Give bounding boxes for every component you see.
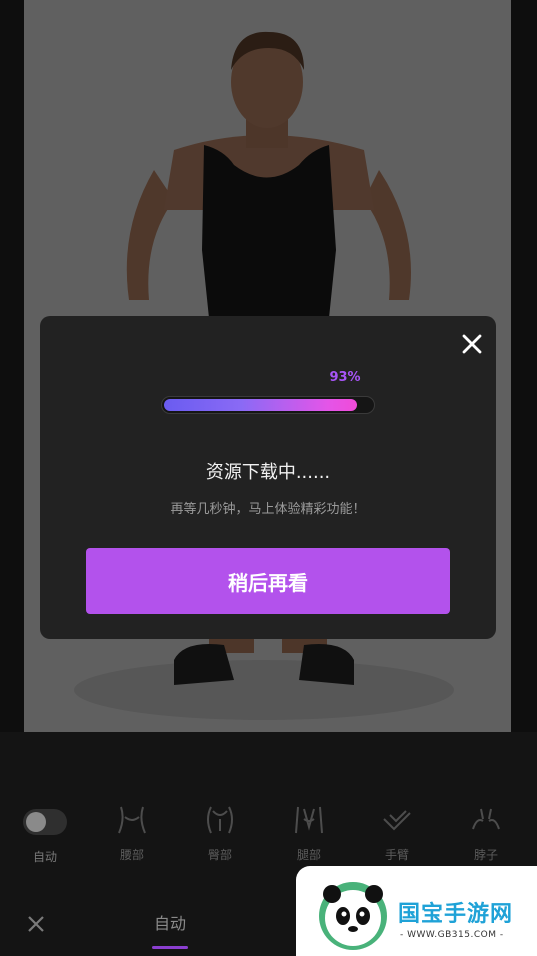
tool-neck-label: 脖子 [473, 848, 498, 862]
leg-icon [289, 800, 329, 840]
tool-arm[interactable]: 手臂 [367, 800, 427, 863]
close-editor-button[interactable] [24, 912, 48, 936]
tool-leg[interactable]: 腿部 [279, 800, 339, 863]
progress-percent: 93% [329, 370, 361, 385]
hip-icon [200, 800, 240, 840]
auto-toggle-label: 自动 [32, 850, 57, 864]
preview-side-right [511, 0, 537, 732]
tool-neck[interactable]: 脖子 [456, 800, 516, 863]
toggle-knob [26, 812, 46, 832]
progress-fill [164, 399, 357, 411]
download-dialog: 93% 资源下载中...... 再等几秒钟，马上体验精彩功能！ 稍后再看 [40, 316, 496, 639]
dialog-title: 资源下载中...... [205, 462, 331, 483]
watermark-title: 国宝手游网 [398, 902, 514, 927]
arm-icon [377, 800, 417, 840]
panda-logo-icon [319, 882, 387, 950]
close-icon [28, 916, 44, 932]
auto-toggle[interactable] [23, 809, 67, 835]
tool-leg-label: 腿部 [296, 848, 321, 862]
neck-icon [466, 800, 506, 840]
later-button[interactable]: 稍后再看 [86, 548, 450, 614]
tool-hip-label: 臀部 [207, 848, 232, 862]
watermark-url: - WWW.GB315.COM - [400, 930, 504, 940]
tool-arm-label: 手臂 [384, 848, 409, 862]
tool-waist[interactable]: 腰部 [102, 800, 162, 863]
site-watermark: 国宝手游网 - WWW.GB315.COM - [296, 866, 537, 956]
preview-side-left [0, 0, 24, 732]
download-progress-bar [161, 396, 375, 414]
tool-hip[interactable]: 臀部 [190, 800, 250, 863]
tool-waist-label: 腰部 [119, 848, 144, 862]
close-icon [462, 334, 482, 354]
waist-icon [112, 800, 152, 840]
dialog-close-button[interactable] [458, 330, 486, 358]
dialog-subtitle: 再等几秒钟，马上体验精彩功能！ [170, 502, 366, 517]
tab-auto[interactable]: 自动 [140, 910, 200, 934]
tab-auto-indicator [152, 946, 188, 949]
